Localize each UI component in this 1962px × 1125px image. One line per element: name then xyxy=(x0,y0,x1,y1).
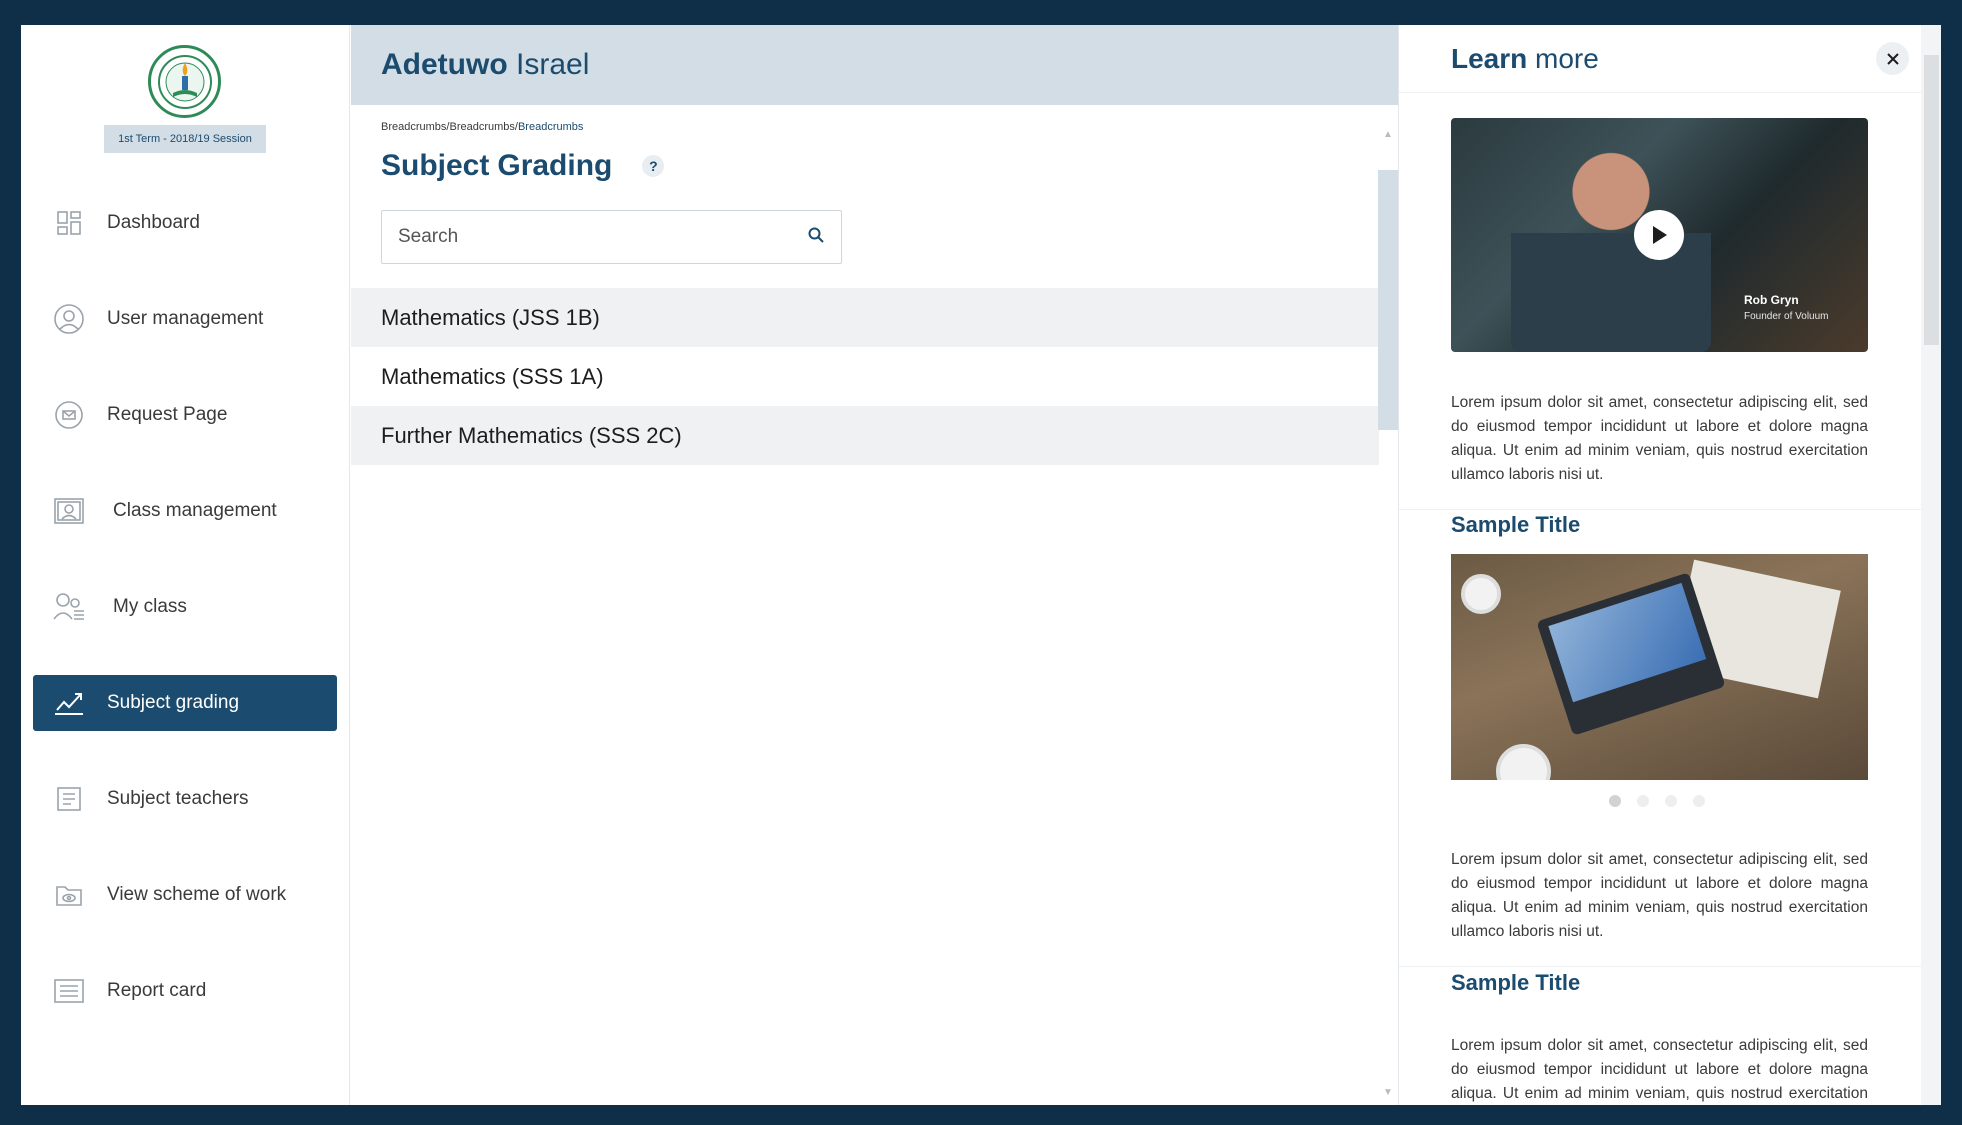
breadcrumb-current[interactable]: Breadcrumbs xyxy=(518,121,583,133)
school-logo xyxy=(148,45,221,118)
close-button[interactable] xyxy=(1876,42,1909,75)
mail-icon xyxy=(51,397,87,433)
photo-detail xyxy=(1461,574,1501,614)
scroll-up-arrow[interactable]: ▲ xyxy=(1383,129,1393,140)
panel-title-light: more xyxy=(1535,42,1599,74)
page-title-light: Grading xyxy=(497,149,613,182)
subject-list: Mathematics (JSS 1B) Mathematics (SSS 1A… xyxy=(351,288,1379,465)
presenter-role: Founder of Voluum xyxy=(1744,311,1829,322)
photo-detail xyxy=(1548,582,1707,703)
sidebar-item-label: View scheme of work xyxy=(107,884,287,905)
app-window: 1st Term - 2018/19 Session Dashboard Use… xyxy=(21,25,1941,1105)
video-player[interactable]: Rob Gryn Founder of Voluum xyxy=(1451,118,1868,352)
list-item[interactable]: Mathematics (SSS 1A) xyxy=(351,347,1379,406)
user-last-name: Israel xyxy=(516,48,590,81)
carousel-dot[interactable] xyxy=(1637,795,1649,807)
sidebar-item-label: Report card xyxy=(107,980,207,1001)
learn-more-panel: Learn more Rob Gryn Founder of Voluum Lo… xyxy=(1398,25,1941,1105)
play-icon xyxy=(1653,226,1667,244)
list-item[interactable]: Mathematics (JSS 1B) xyxy=(351,288,1379,347)
panel-title: Learn more xyxy=(1451,43,1599,75)
divider xyxy=(1399,509,1921,510)
panel-header: Learn more xyxy=(1399,25,1921,93)
sidebar-item-subject-grading[interactable]: Subject grading xyxy=(33,675,337,731)
list-icon xyxy=(51,973,87,1009)
paragraph: Lorem ipsum dolor sit amet, consectetur … xyxy=(1451,1037,1868,1102)
search-input[interactable] xyxy=(398,226,807,248)
user-first-name: Adetuwo xyxy=(381,48,508,81)
photo-detail xyxy=(1496,744,1551,780)
session-badge: 1st Term - 2018/19 Session xyxy=(104,125,266,153)
carousel-dot[interactable] xyxy=(1693,795,1705,807)
search-icon[interactable] xyxy=(807,226,825,249)
class-icon xyxy=(51,493,87,529)
section-title: Sample Title xyxy=(1451,512,1581,537)
carousel-dot[interactable] xyxy=(1665,795,1677,807)
breadcrumb: Breadcrumbs/Breadcrumbs/Breadcrumbs xyxy=(381,121,583,133)
help-icon[interactable]: ? xyxy=(642,155,665,177)
breadcrumb-item[interactable]: Breadcrumbs xyxy=(381,121,446,133)
teacher-list-icon xyxy=(51,781,87,817)
play-button[interactable] xyxy=(1634,210,1684,260)
sidebar-item-user-management[interactable]: User management xyxy=(33,291,337,347)
sidebar-item-my-class[interactable]: My class xyxy=(33,579,337,635)
dashboard-icon xyxy=(51,205,87,241)
sidebar-item-class-management[interactable]: Class management xyxy=(33,483,337,539)
page-title: Subject Grading ? xyxy=(381,149,665,183)
paragraph: Lorem ipsum dolor sit amet, consectetur … xyxy=(1451,394,1868,483)
sidebar-item-subject-teachers[interactable]: Subject teachers xyxy=(33,771,337,827)
sidebar-item-label: Class management xyxy=(113,500,277,521)
breadcrumb-item[interactable]: Breadcrumbs xyxy=(449,121,514,133)
divider xyxy=(1399,966,1921,967)
chart-check-icon xyxy=(51,685,87,721)
user-icon xyxy=(51,301,87,337)
presenter-name: Rob Gryn xyxy=(1744,293,1799,307)
main-content: Adetuwo Israel Breadcrumbs/Breadcrumbs/B… xyxy=(351,25,1398,1105)
sidebar-item-label: Subject teachers xyxy=(107,788,249,809)
carousel-dot[interactable] xyxy=(1609,795,1621,807)
scrollbar-thumb[interactable] xyxy=(1378,170,1398,430)
sidebar-item-label: My class xyxy=(113,596,187,617)
sidebar-item-report-card[interactable]: Report card xyxy=(33,963,337,1019)
scroll-down-arrow[interactable]: ▼ xyxy=(1383,1087,1393,1098)
sidebar-item-dashboard[interactable]: Dashboard xyxy=(33,195,337,251)
group-icon xyxy=(51,589,87,625)
main-header: Adetuwo Israel xyxy=(351,25,1398,105)
folder-eye-icon xyxy=(51,877,87,913)
sidebar-item-label: Subject grading xyxy=(107,692,240,713)
sidebar-item-label: Request Page xyxy=(107,404,228,425)
carousel-image[interactable] xyxy=(1451,554,1868,780)
carousel-dots xyxy=(1609,795,1705,807)
sidebar-item-label: Dashboard xyxy=(107,212,200,233)
section-title: Sample Title xyxy=(1451,970,1581,995)
page-title-bold: Subject xyxy=(381,149,490,182)
sidebar-item-label: User management xyxy=(107,308,264,329)
list-item[interactable]: Further Mathematics (SSS 2C) xyxy=(351,406,1379,465)
close-icon xyxy=(1886,52,1899,65)
sidebar-item-request-page[interactable]: Request Page xyxy=(33,387,337,443)
user-name: Adetuwo Israel xyxy=(381,48,589,82)
sidebar: 1st Term - 2018/19 Session Dashboard Use… xyxy=(21,25,350,1105)
paragraph: Lorem ipsum dolor sit amet, consectetur … xyxy=(1451,851,1868,940)
panel-title-bold: Learn xyxy=(1451,42,1528,74)
panel-scrollbar-thumb[interactable] xyxy=(1924,55,1939,345)
search-box xyxy=(381,210,842,264)
sidebar-item-view-scheme-of-work[interactable]: View scheme of work xyxy=(33,867,337,923)
